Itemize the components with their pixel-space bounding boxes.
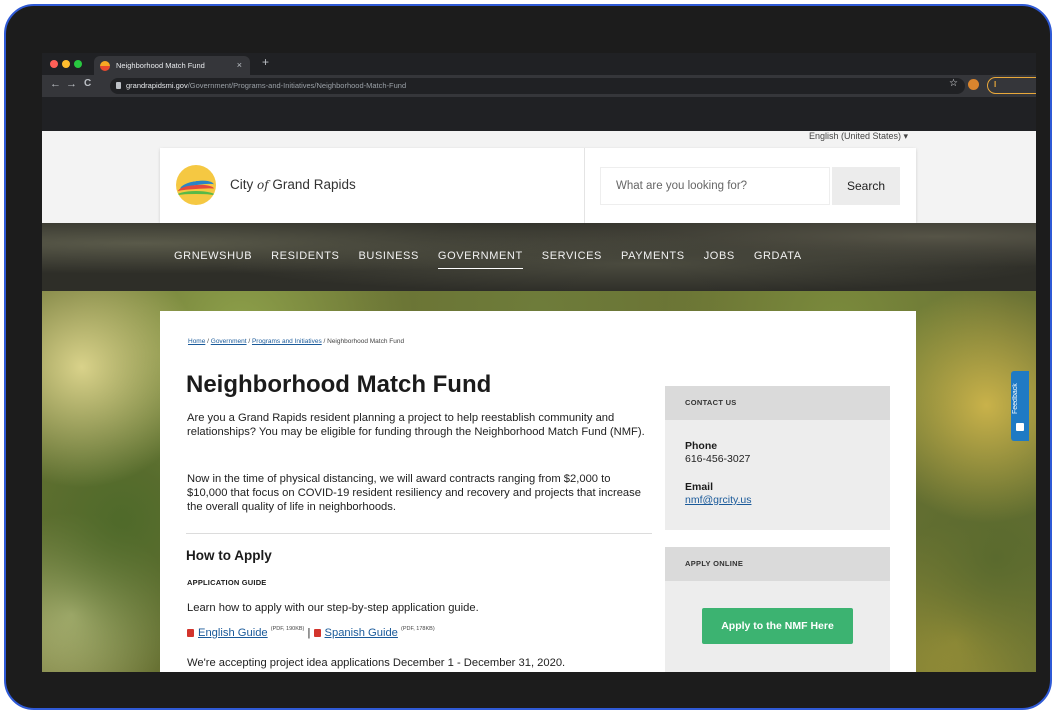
new-tab-icon[interactable]: + bbox=[262, 55, 269, 69]
city-name[interactable]: City of Grand Rapids bbox=[230, 177, 356, 192]
forward-icon[interactable]: → bbox=[66, 78, 77, 90]
tab-strip: Neighborhood Match Fund × + bbox=[42, 53, 1036, 75]
site-header: City of Grand Rapids Search bbox=[160, 148, 916, 223]
feedback-icon bbox=[1016, 423, 1024, 431]
minimize-window-dot[interactable] bbox=[62, 60, 70, 68]
browser-toolbar: ← → C grandrapidsmi.gov/Government/Progr… bbox=[42, 75, 1036, 97]
breadcrumb-programs[interactable]: Programs and Initiatives bbox=[252, 338, 322, 345]
pdf-icon bbox=[313, 629, 321, 637]
profile-button[interactable]: I bbox=[987, 77, 1036, 94]
favicon-icon bbox=[100, 61, 110, 71]
breadcrumb-current: Neighborhood Match Fund bbox=[327, 338, 405, 345]
profile-initial: I bbox=[994, 80, 997, 89]
email-label: Email bbox=[685, 481, 714, 493]
language-selector[interactable]: English (United States) ▾ bbox=[809, 131, 908, 142]
english-guide-meta: (PDF, 190KB) bbox=[270, 626, 305, 632]
english-guide-link[interactable]: English Guide bbox=[198, 627, 268, 639]
reload-icon[interactable]: C bbox=[84, 78, 91, 89]
browser-tab[interactable]: Neighborhood Match Fund × bbox=[94, 56, 250, 75]
bookmark-star-icon[interactable]: ☆ bbox=[949, 78, 958, 89]
address-bar[interactable]: grandrapidsmi.gov/Government/Programs-an… bbox=[110, 78, 965, 94]
email-link[interactable]: nmf@grcity.us bbox=[685, 494, 751, 506]
nav-item-government[interactable]: GOVERNMENT bbox=[437, 250, 523, 269]
close-window-dot[interactable] bbox=[50, 60, 58, 68]
content-card: Home / Government / Programs and Initiat… bbox=[160, 311, 916, 672]
feedback-label: Feedback bbox=[1012, 383, 1019, 415]
url-host: grandrapidsmi.gov bbox=[126, 81, 188, 90]
search-input[interactable] bbox=[600, 167, 830, 205]
web-page: English (United States) ▾ City of Grand … bbox=[42, 131, 1036, 672]
content-divider bbox=[186, 533, 652, 534]
application-guide-heading: APPLICATION GUIDE bbox=[187, 578, 267, 587]
contact-us-box: CONTACT US Phone 616-456-3027 Email nmf@… bbox=[665, 386, 890, 530]
breadcrumb: Home / Government / Programs and Initiat… bbox=[188, 338, 404, 345]
header-divider bbox=[584, 148, 585, 223]
city-name-part: City bbox=[230, 177, 257, 192]
feedback-tab[interactable]: Feedback bbox=[1011, 371, 1029, 441]
browser-window: Neighborhood Match Fund × + ← → C grandr… bbox=[42, 53, 1036, 672]
nav-item-residents[interactable]: RESIDENTS bbox=[271, 250, 339, 264]
maximize-window-dot[interactable] bbox=[74, 60, 82, 68]
main-nav: GRNEWSHUB RESIDENTS BUSINESS GOVERNMENT … bbox=[174, 223, 821, 291]
city-name-of: of bbox=[257, 178, 269, 192]
pdf-icon bbox=[187, 629, 194, 637]
phone-label: Phone bbox=[685, 440, 718, 452]
breadcrumb-government[interactable]: Government bbox=[211, 338, 247, 345]
nav-item-jobs[interactable]: JOBS bbox=[704, 250, 735, 264]
nav-item-services[interactable]: SERVICES bbox=[542, 250, 602, 264]
contact-us-heading: CONTACT US bbox=[665, 386, 890, 420]
accepting-paragraph: We're accepting project idea application… bbox=[187, 657, 566, 669]
covid-paragraph: Now in the time of physical distancing, … bbox=[187, 473, 641, 513]
breadcrumb-home[interactable]: Home bbox=[188, 338, 205, 345]
nav-item-grdata[interactable]: GRDATA bbox=[754, 250, 802, 264]
search-button[interactable]: Search bbox=[832, 167, 900, 205]
link-separator: | bbox=[304, 627, 314, 639]
how-to-apply-heading: How to Apply bbox=[186, 548, 272, 563]
toolbar-spacer bbox=[42, 97, 1036, 131]
device-frame: Neighborhood Match Fund × + ← → C grandr… bbox=[4, 4, 1052, 710]
url-path: /Government/Programs-and-Initiatives/Nei… bbox=[187, 81, 407, 90]
nav-band: GRNEWSHUB RESIDENTS BUSINESS GOVERNMENT … bbox=[42, 223, 1036, 291]
tab-title: Neighborhood Match Fund bbox=[116, 61, 205, 70]
apply-nmf-button[interactable]: Apply to the NMF Here bbox=[702, 608, 853, 644]
page-title: Neighborhood Match Fund bbox=[186, 371, 492, 398]
apply-online-box: APPLY ONLINE Apply to the NMF Here bbox=[665, 547, 890, 672]
extension-icon[interactable] bbox=[968, 79, 979, 90]
tab-close-icon[interactable]: × bbox=[237, 56, 242, 75]
guide-paragraph: Learn how to apply with our step-by-step… bbox=[187, 602, 479, 614]
back-icon[interactable]: ← bbox=[50, 78, 61, 90]
lock-icon bbox=[116, 82, 121, 89]
nav-item-business[interactable]: BUSINESS bbox=[358, 250, 418, 264]
guide-links: English Guide (PDF, 190KB) | Spanish Gui… bbox=[187, 626, 435, 639]
city-logo-icon[interactable] bbox=[176, 165, 216, 205]
nav-item-payments[interactable]: PAYMENTS bbox=[621, 250, 685, 264]
spanish-guide-meta: (PDF, 178KB) bbox=[401, 626, 435, 632]
spanish-guide-link[interactable]: Spanish Guide bbox=[325, 627, 398, 639]
apply-online-heading: APPLY ONLINE bbox=[665, 547, 890, 581]
nav-item-grnewshub[interactable]: GRNEWSHUB bbox=[174, 250, 252, 264]
phone-value[interactable]: 616-456-3027 bbox=[685, 453, 750, 465]
intro-paragraph: Are you a Grand Rapids resident planning… bbox=[187, 412, 645, 438]
logo-wave-green bbox=[176, 191, 216, 201]
city-name-part: Grand Rapids bbox=[268, 177, 356, 192]
